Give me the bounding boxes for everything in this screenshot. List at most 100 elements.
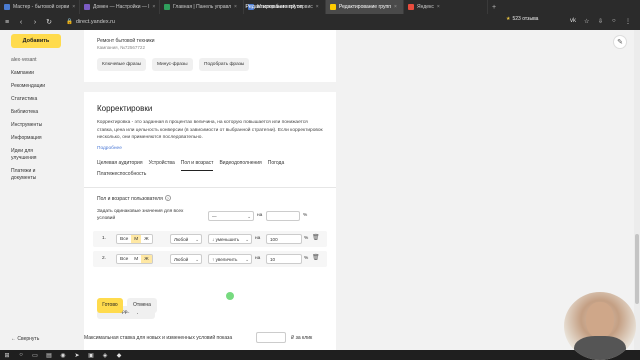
browser-tab[interactable]: Мастер бытовой сервис × bbox=[244, 0, 326, 14]
percent-label: % bbox=[304, 256, 309, 261]
telegram-icon[interactable]: ➤ bbox=[70, 352, 84, 359]
row-number: 2. bbox=[102, 256, 107, 261]
downloads-icon[interactable]: ⇩ bbox=[598, 18, 603, 25]
max-bid-input[interactable] bbox=[256, 332, 286, 343]
correction-value-input[interactable]: 100 bbox=[266, 234, 302, 244]
favicon-icon bbox=[408, 4, 414, 10]
percent-label: % bbox=[303, 213, 308, 218]
rating-badge[interactable]: ★ 523 отзыва bbox=[506, 16, 538, 22]
sidebar-item-library[interactable]: Библиотека bbox=[11, 109, 81, 116]
search-icon[interactable]: ○ bbox=[14, 352, 28, 358]
browser-tab[interactable]: Главная | Панель управл × bbox=[160, 0, 244, 14]
sidebar-item-tools[interactable]: Инструменты bbox=[11, 122, 81, 129]
reload-icon[interactable]: ↻ bbox=[42, 18, 56, 26]
sidebar-item-info[interactable]: Информация bbox=[11, 135, 81, 142]
chevron-down-icon: ⌄ bbox=[195, 257, 199, 262]
sidebar-item-campaigns[interactable]: Кампании bbox=[11, 70, 81, 77]
url-field[interactable]: 🔒 direct.yandex.ru bbox=[66, 19, 115, 25]
negative-keywords-button[interactable]: Минус-фразы bbox=[152, 58, 193, 71]
left-sidebar: Добавить alex·vesant Кампании Рекомендац… bbox=[0, 30, 84, 350]
close-icon[interactable]: × bbox=[437, 4, 440, 10]
correction-value-input[interactable]: 10 bbox=[266, 254, 302, 264]
more-link[interactable]: Подробнее bbox=[97, 146, 122, 151]
new-tab-icon[interactable]: + bbox=[488, 4, 500, 11]
back-icon[interactable]: ‹ bbox=[14, 19, 28, 26]
app-icon[interactable]: ◈ bbox=[98, 352, 112, 359]
age-select[interactable]: Любой ⌄ bbox=[170, 234, 202, 244]
tab-gender-age[interactable]: Пол и возраст bbox=[180, 160, 214, 171]
folder-icon[interactable]: ▤ bbox=[42, 352, 56, 359]
gender-male-option[interactable]: М bbox=[131, 235, 142, 243]
close-icon[interactable]: × bbox=[152, 4, 155, 10]
input-value: 10 bbox=[270, 257, 276, 262]
browser-tab-active[interactable]: Редактирование групп × bbox=[326, 0, 404, 14]
tab-weather[interactable]: Погода bbox=[268, 160, 284, 171]
presenter-face bbox=[586, 302, 614, 338]
browser-tab[interactable]: Яндекс × bbox=[404, 0, 488, 14]
chevron-down-icon: ⌄ bbox=[245, 237, 249, 242]
vk-icon[interactable]: vk bbox=[570, 18, 576, 24]
ready-button[interactable]: Готово bbox=[97, 298, 123, 313]
action-select[interactable]: ↑ увеличить ⌄ bbox=[208, 254, 252, 264]
action-select[interactable]: ↓ уменьшить ⌄ bbox=[208, 234, 252, 244]
bookmark-icon[interactable]: ☆ bbox=[584, 18, 589, 25]
user-login[interactable]: alex·vesant bbox=[11, 57, 37, 63]
action-value: ↑ увеличить bbox=[212, 257, 238, 262]
campaign-name[interactable]: Ремонт бытовой техники bbox=[97, 38, 155, 44]
tab-solvency[interactable]: Платежеспособность bbox=[97, 171, 146, 181]
trash-icon[interactable]: 🗑 bbox=[312, 254, 320, 261]
start-icon[interactable]: ⊞ bbox=[0, 352, 14, 359]
menu-icon[interactable]: ≡ bbox=[0, 19, 14, 26]
trash-icon[interactable]: 🗑 bbox=[312, 234, 320, 241]
close-icon[interactable]: × bbox=[316, 4, 319, 10]
sidebar-item-statistics[interactable]: Статистика bbox=[11, 96, 81, 103]
presenter-body bbox=[574, 336, 626, 360]
os-taskbar: ⊞ ○ ▭ ▤ ◉ ➤ ▣ ◈ ◆ bbox=[0, 350, 640, 360]
corrections-card: Корректировки Корректировка - это заданн… bbox=[84, 92, 336, 357]
cancel-button[interactable]: Отмена bbox=[127, 298, 157, 313]
tab-devices[interactable]: Устройства bbox=[149, 160, 175, 171]
star-icon: ★ bbox=[506, 16, 511, 22]
gender-all-option[interactable]: Все bbox=[117, 235, 132, 243]
sidebar-item-ideas[interactable]: Идеи для улучшения bbox=[11, 148, 47, 162]
input-value: 100 bbox=[270, 237, 278, 242]
url-text: direct.yandex.ru bbox=[75, 19, 115, 25]
chat-icon[interactable]: ✎ bbox=[613, 35, 627, 49]
browser-tab[interactable]: Домен — Настройки — l × bbox=[80, 0, 160, 14]
keywords-button[interactable]: Ключевые фразы bbox=[97, 58, 147, 71]
tab-video-extensions[interactable]: Видеодополнения bbox=[219, 160, 261, 171]
gender-toggle: Все М Ж bbox=[116, 234, 153, 244]
gender-female-option[interactable]: Ж bbox=[141, 255, 152, 263]
close-icon[interactable]: × bbox=[72, 4, 75, 10]
scrollbar-thumb[interactable] bbox=[635, 234, 639, 304]
forward-icon[interactable]: › bbox=[28, 19, 42, 26]
sidebar-item-recommendations[interactable]: Рекомендации bbox=[11, 83, 81, 90]
tab-title: Яндекс bbox=[417, 4, 434, 10]
gender-female-option[interactable]: Ж bbox=[141, 235, 152, 243]
pick-keywords-button[interactable]: Подобрать фразы bbox=[199, 58, 250, 71]
campaign-id: Кампания, №72567722 bbox=[97, 45, 145, 50]
sidebar-nav: Кампании Рекомендации Статистика Библиот… bbox=[11, 70, 81, 188]
task-view-icon[interactable]: ▭ bbox=[28, 352, 42, 359]
tab-title: Мастер - бытовой серви bbox=[13, 4, 70, 10]
row-number: 1. bbox=[102, 236, 107, 241]
app-icon[interactable]: ◆ bbox=[112, 352, 126, 359]
add-button[interactable]: Добавить bbox=[11, 34, 61, 48]
app-icon[interactable]: ▣ bbox=[84, 352, 98, 359]
browser-tab-strip: Мастер - бытовой серви × Домен — Настройк… bbox=[0, 0, 640, 14]
gender-male-option[interactable]: М bbox=[131, 255, 142, 263]
close-icon[interactable]: × bbox=[234, 4, 237, 10]
close-icon[interactable]: × bbox=[394, 4, 397, 10]
age-select[interactable]: Любой ⌄ bbox=[170, 254, 202, 264]
help-icon[interactable]: ? bbox=[164, 195, 171, 201]
browser-icon[interactable]: ◉ bbox=[56, 352, 70, 359]
gender-all-option[interactable]: Все bbox=[117, 255, 132, 263]
more-icon[interactable]: ⋮ bbox=[625, 18, 631, 25]
sidebar-item-payments[interactable]: Платежи и документы bbox=[11, 168, 51, 182]
same-values-select[interactable]: — ⌄ bbox=[208, 211, 254, 221]
collapse-sidebar-button[interactable]: ← Свернуть bbox=[11, 336, 39, 342]
profile-icon[interactable]: ○ bbox=[612, 18, 616, 24]
browser-tab[interactable]: Мастер - бытовой серви × bbox=[0, 0, 80, 14]
same-values-input[interactable] bbox=[266, 211, 300, 221]
tab-target-audience[interactable]: Целевая аудитория bbox=[97, 160, 143, 171]
